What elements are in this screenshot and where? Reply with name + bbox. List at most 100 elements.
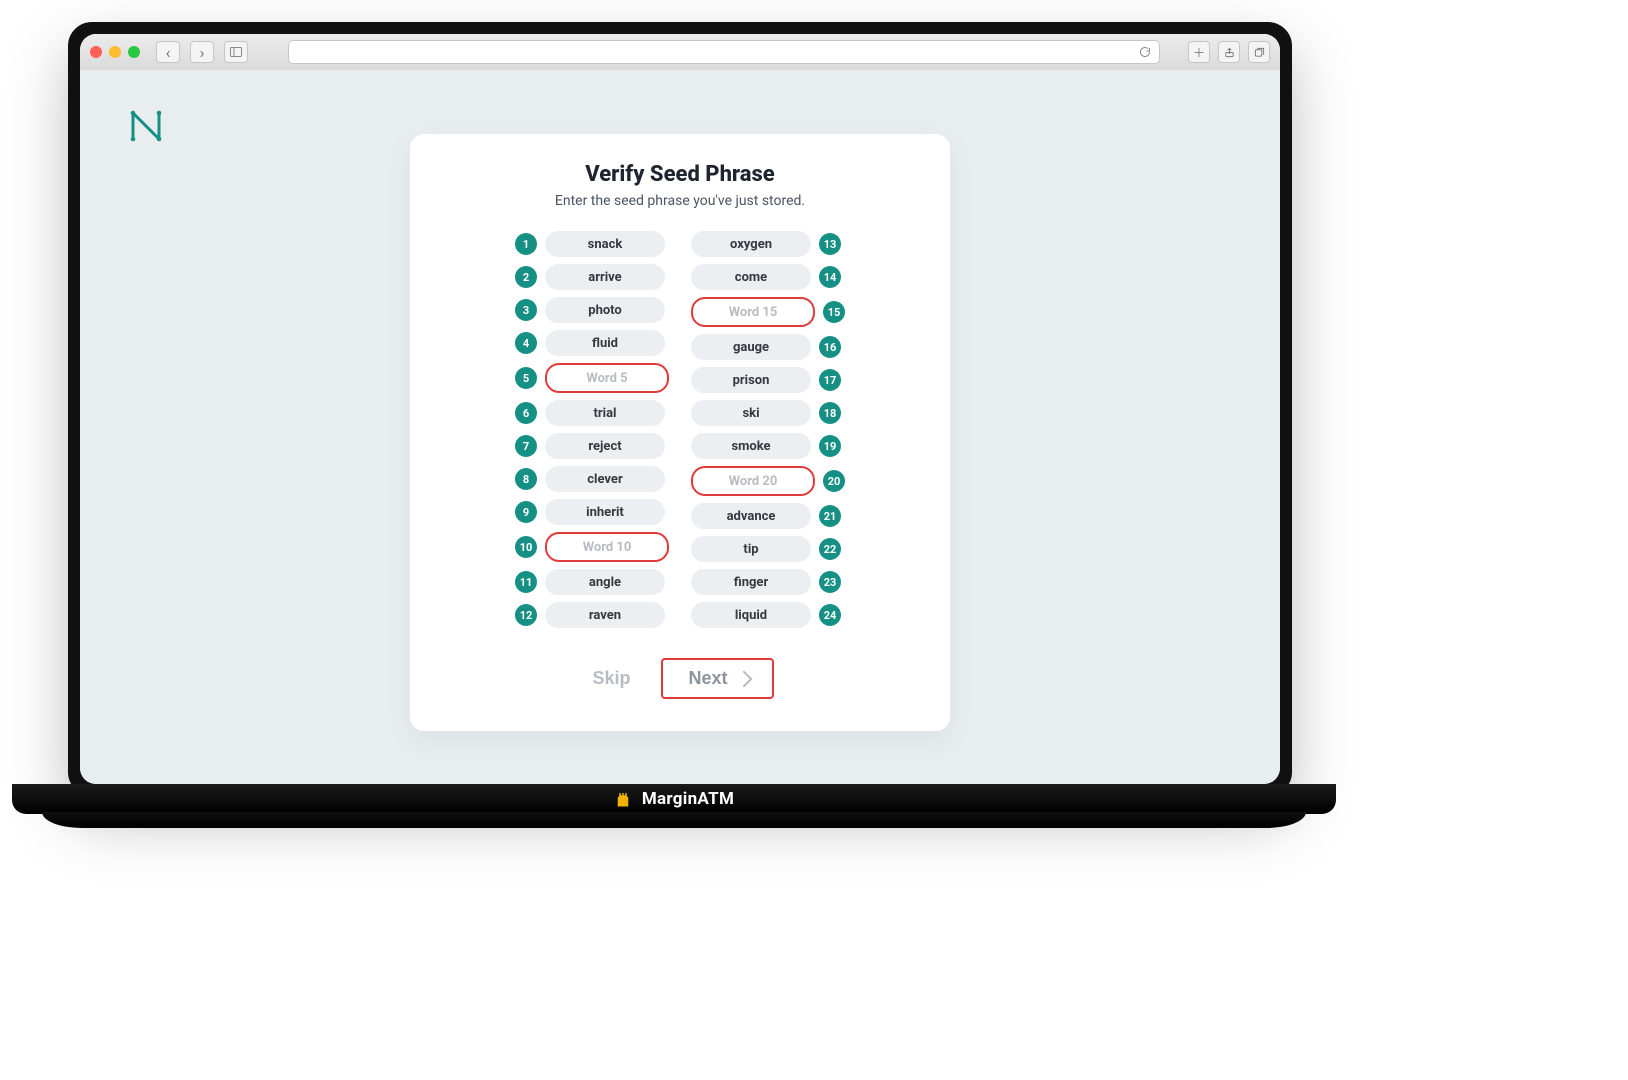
seed-row: 9 inherit — [515, 499, 669, 525]
seed-row: 5 Word 5 — [515, 363, 669, 393]
seed-col-left: 1snack2arrive3photo4fluid5Word 56trial7r… — [515, 231, 669, 628]
seed-word: oxygen — [691, 231, 811, 257]
chevron-right-icon: › — [200, 43, 205, 62]
close-icon[interactable] — [90, 46, 102, 58]
seed-row: Word 20 20 — [691, 466, 845, 496]
seed-word-input[interactable]: Word 15 — [691, 297, 815, 327]
seed-word-input[interactable]: Word 10 — [545, 532, 669, 562]
seed-word: photo — [545, 297, 665, 323]
seed-word: ski — [691, 400, 811, 426]
seed-index-badge: 7 — [515, 435, 537, 457]
seed-row: 12 raven — [515, 602, 669, 628]
seed-row: 4 fluid — [515, 330, 669, 356]
window-controls — [90, 46, 140, 58]
verify-seed-card: Verify Seed Phrase Enter the seed phrase… — [410, 134, 950, 731]
seed-index-badge: 8 — [515, 468, 537, 490]
page: Verify Seed Phrase Enter the seed phrase… — [80, 70, 1280, 784]
seed-index-badge: 24 — [819, 604, 841, 626]
seed-index-badge: 14 — [819, 266, 841, 288]
seed-word: reject — [545, 433, 665, 459]
seed-row: 6 trial — [515, 400, 669, 426]
seed-index-badge: 1 — [515, 233, 537, 255]
seed-word: clever — [545, 466, 665, 492]
seed-row: tip 22 — [691, 536, 845, 562]
chevron-right-icon — [735, 670, 752, 687]
seed-word-input[interactable]: Word 5 — [545, 363, 669, 393]
seed-word: angle — [545, 569, 665, 595]
seed-columns: 1snack2arrive3photo4fluid5Word 56trial7r… — [450, 231, 910, 628]
chevron-left-icon: ‹ — [166, 43, 171, 62]
seed-row: ski 18 — [691, 400, 845, 426]
seed-index-badge: 9 — [515, 501, 537, 523]
sidebar-toggle-button[interactable] — [224, 41, 248, 63]
seed-row: 7 reject — [515, 433, 669, 459]
seed-index-badge: 20 — [823, 470, 845, 492]
share-button[interactable] — [1218, 41, 1240, 63]
seed-index-badge: 19 — [819, 435, 841, 457]
seed-index-badge: 5 — [515, 367, 537, 389]
seed-row: 2 arrive — [515, 264, 669, 290]
skip-button[interactable]: Skip — [586, 667, 636, 690]
seed-word: advance — [691, 503, 811, 529]
seed-word: raven — [545, 602, 665, 628]
seed-index-badge: 18 — [819, 402, 841, 424]
seed-index-badge: 11 — [515, 571, 537, 593]
plus-icon: ＋ — [1193, 44, 1205, 61]
seed-word: inherit — [545, 499, 665, 525]
url-bar[interactable] — [288, 40, 1160, 64]
back-button[interactable]: ‹ — [156, 41, 180, 63]
seed-row: prison17 — [691, 367, 845, 393]
reload-icon — [1139, 46, 1151, 58]
add-extension-button[interactable]: ＋ — [1188, 41, 1210, 63]
seed-index-badge: 4 — [515, 332, 537, 354]
seed-row: gauge16 — [691, 334, 845, 360]
seed-index-badge: 13 — [819, 233, 841, 255]
seed-word: tip — [691, 536, 811, 562]
seed-row: 1 snack — [515, 231, 669, 257]
seed-row: advance21 — [691, 503, 845, 529]
seed-word: fluid — [545, 330, 665, 356]
seed-row: smoke 19 — [691, 433, 845, 459]
brand-castle-icon — [614, 790, 632, 808]
seed-row: 10 Word 10 — [515, 532, 669, 562]
seed-row: 8 clever — [515, 466, 669, 492]
seed-index-badge: 12 — [515, 604, 537, 626]
laptop-base-under — [42, 812, 1306, 828]
seed-row: 3 photo — [515, 297, 669, 323]
seed-row: liquid24 — [691, 602, 845, 628]
seed-col-right: oxygen 13 come 14Word 15 15 gauge16 prison17 sk… — [691, 231, 845, 628]
seed-index-badge: 22 — [819, 538, 841, 560]
sidebar-icon — [230, 47, 242, 57]
maximize-icon[interactable] — [128, 46, 140, 58]
seed-row: finger 23 — [691, 569, 845, 595]
seed-row: oxygen 13 — [691, 231, 845, 257]
forward-button[interactable]: › — [190, 41, 214, 63]
laptop-frame: ‹ › ＋ — [68, 22, 1292, 796]
seed-word-input[interactable]: Word 20 — [691, 466, 815, 496]
seed-word: come — [691, 264, 811, 290]
seed-index-badge: 16 — [819, 336, 841, 358]
minimize-icon[interactable] — [109, 46, 121, 58]
seed-index-badge: 15 — [823, 301, 845, 323]
next-label: Next — [689, 668, 728, 689]
seed-word: arrive — [545, 264, 665, 290]
share-icon — [1224, 47, 1235, 58]
brand-logo — [126, 106, 166, 146]
seed-word: trial — [545, 400, 665, 426]
seed-index-badge: 17 — [819, 369, 841, 391]
brand-name: MarginATM — [642, 789, 734, 809]
screen: ‹ › ＋ — [80, 34, 1280, 784]
next-button[interactable]: Next — [661, 658, 774, 699]
seed-index-badge: 10 — [515, 536, 537, 558]
card-title: Verify Seed Phrase — [450, 162, 910, 187]
seed-index-badge: 3 — [515, 299, 537, 321]
seed-word: smoke — [691, 433, 811, 459]
skip-label: Skip — [592, 668, 630, 688]
seed-index-badge: 23 — [819, 571, 841, 593]
seed-index-badge: 2 — [515, 266, 537, 288]
tabs-button[interactable] — [1248, 41, 1270, 63]
card-subtitle: Enter the seed phrase you've just stored… — [450, 193, 910, 209]
seed-index-badge: 6 — [515, 402, 537, 424]
seed-word: finger — [691, 569, 811, 595]
seed-word: snack — [545, 231, 665, 257]
